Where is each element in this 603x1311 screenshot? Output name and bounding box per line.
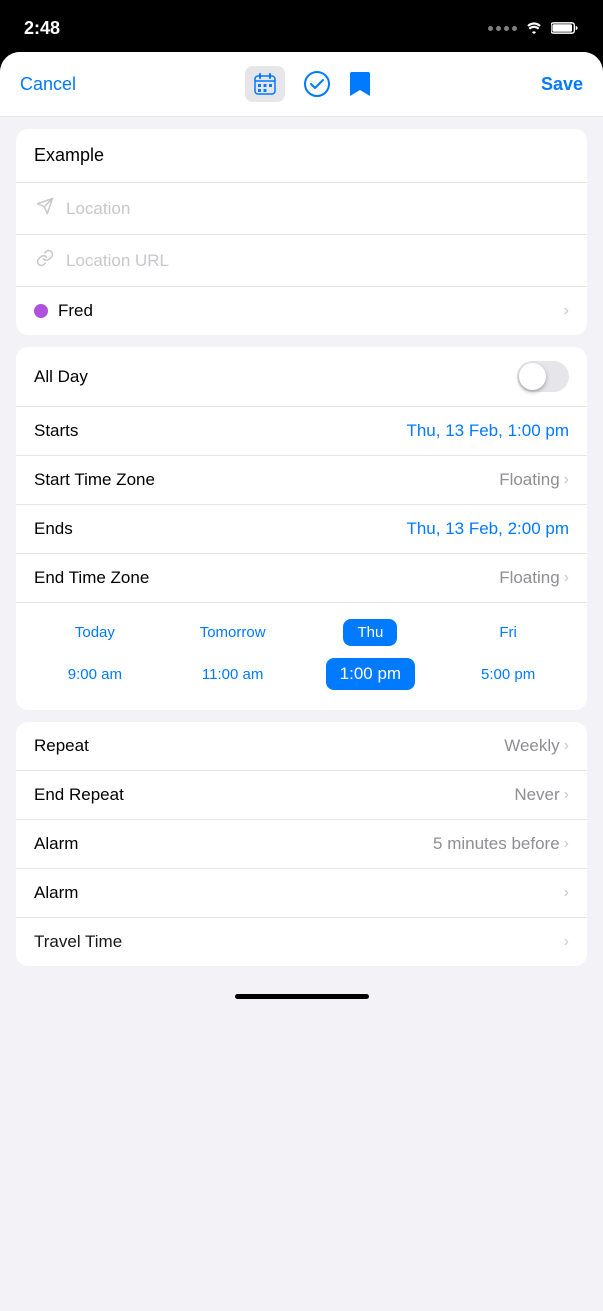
alarm1-row[interactable]: Alarm 5 minutes before › [16,820,587,869]
end-timezone-value: Floating › [499,568,569,588]
event-details-card: Location Location URL Fred › [16,129,587,335]
checkcircle-icon [303,70,331,98]
calendar-name: Fred [58,301,564,321]
start-timezone-label: Start Time Zone [34,470,155,490]
calendar-chevron-icon: › [564,302,569,320]
day-item-tomorrow[interactable]: Tomorrow [164,624,302,641]
alarm2-label: Alarm [34,883,78,903]
ends-label: Ends [34,519,73,539]
time-item-100pm[interactable]: 1:00 pm [302,658,440,690]
wifi-icon [525,21,543,35]
nav-icons [245,66,371,102]
repeat-chevron-icon: › [564,737,569,755]
travel-time-value: › [564,933,569,951]
day-label-tomorrow: Tomorrow [200,624,266,641]
nav-bar: Cancel [0,52,603,117]
starts-row[interactable]: Starts Thu, 13 Feb, 1:00 pm [16,407,587,456]
all-day-label: All Day [34,367,88,387]
starts-value: Thu, 13 Feb, 1:00 pm [406,421,569,441]
calendar-color-dot [34,304,48,318]
end-repeat-value: Never › [514,785,569,805]
event-title-input[interactable] [34,145,569,166]
repeat-card: Repeat Weekly › End Repeat Never › Alarm… [16,722,587,966]
day-label-fri: Fri [499,624,517,641]
time-label-900: 9:00 am [68,666,122,683]
status-bar: 2:48 [0,0,603,52]
repeat-label: Repeat [34,736,89,756]
bookmark-icon [349,70,371,98]
calendar-icon [253,72,277,96]
time-picker-container: Today Tomorrow Thu Fri 9:00 am [16,603,587,710]
time-item-1100[interactable]: 11:00 am [164,666,302,683]
travel-time-row[interactable]: Travel Time › [16,918,587,966]
day-item-fri[interactable]: Fri [439,624,577,641]
location-placeholder: Location [66,199,130,219]
end-repeat-chevron-icon: › [564,786,569,804]
cancel-button[interactable]: Cancel [20,74,76,95]
alarm1-value: 5 minutes before › [433,834,569,854]
time-row: 9:00 am 11:00 am 1:00 pm 5:00 pm [16,652,587,696]
bookmark-icon-button[interactable] [349,70,371,98]
all-day-row: All Day [16,347,587,407]
end-repeat-label: End Repeat [34,785,124,805]
day-label-thu: Thu [343,619,397,646]
end-repeat-row[interactable]: End Repeat Never › [16,771,587,820]
status-time: 2:48 [24,18,60,39]
repeat-row[interactable]: Repeat Weekly › [16,722,587,771]
day-row: Today Tomorrow Thu Fri [16,613,587,652]
toggle-thumb [519,363,546,390]
location-url-row[interactable]: Location URL [16,235,587,287]
alarm2-chevron-icon: › [564,884,569,902]
start-timezone-row[interactable]: Start Time Zone Floating › [16,456,587,505]
alarm1-chevron-icon: › [564,835,569,853]
save-button[interactable]: Save [541,74,583,95]
calendar-row[interactable]: Fred › [16,287,587,335]
time-item-500pm[interactable]: 5:00 pm [439,666,577,683]
home-bar [235,994,369,999]
alarm2-row[interactable]: Alarm › [16,869,587,918]
datetime-card: All Day Starts Thu, 13 Feb, 1:00 pm Star… [16,347,587,710]
time-label-500pm: 5:00 pm [481,666,535,683]
time-item-900[interactable]: 9:00 am [26,666,164,683]
alarm2-value: › [564,884,569,902]
travel-time-label: Travel Time [34,932,122,952]
event-title-row [16,129,587,183]
link-icon [34,249,56,272]
home-indicator [0,978,603,1009]
ends-row[interactable]: Ends Thu, 13 Feb, 2:00 pm [16,505,587,554]
time-label-100pm: 1:00 pm [326,658,415,690]
day-label-today: Today [75,624,115,641]
end-timezone-label: End Time Zone [34,568,149,588]
calendar-icon-button[interactable] [245,66,285,102]
starts-label: Starts [34,421,78,441]
start-timezone-chevron-icon: › [564,471,569,489]
battery-icon [551,21,579,35]
ends-value: Thu, 13 Feb, 2:00 pm [406,519,569,539]
start-timezone-value: Floating › [499,470,569,490]
travel-time-chevron-icon: › [564,933,569,951]
repeat-value: Weekly › [504,736,569,756]
end-timezone-chevron-icon: › [564,569,569,587]
screen: Cancel [0,52,603,1311]
all-day-toggle[interactable] [517,361,569,392]
end-timezone-row[interactable]: End Time Zone Floating › [16,554,587,603]
time-label-1100: 11:00 am [202,666,263,683]
alarm1-label: Alarm [34,834,78,854]
location-row[interactable]: Location [16,183,587,235]
status-icons [488,21,579,35]
location-icon [34,197,56,220]
location-url-placeholder: Location URL [66,251,169,271]
checkcircle-icon-button[interactable] [303,70,331,98]
day-item-thu[interactable]: Thu [302,619,440,646]
day-item-today[interactable]: Today [26,624,164,641]
signal-icon [488,26,517,31]
